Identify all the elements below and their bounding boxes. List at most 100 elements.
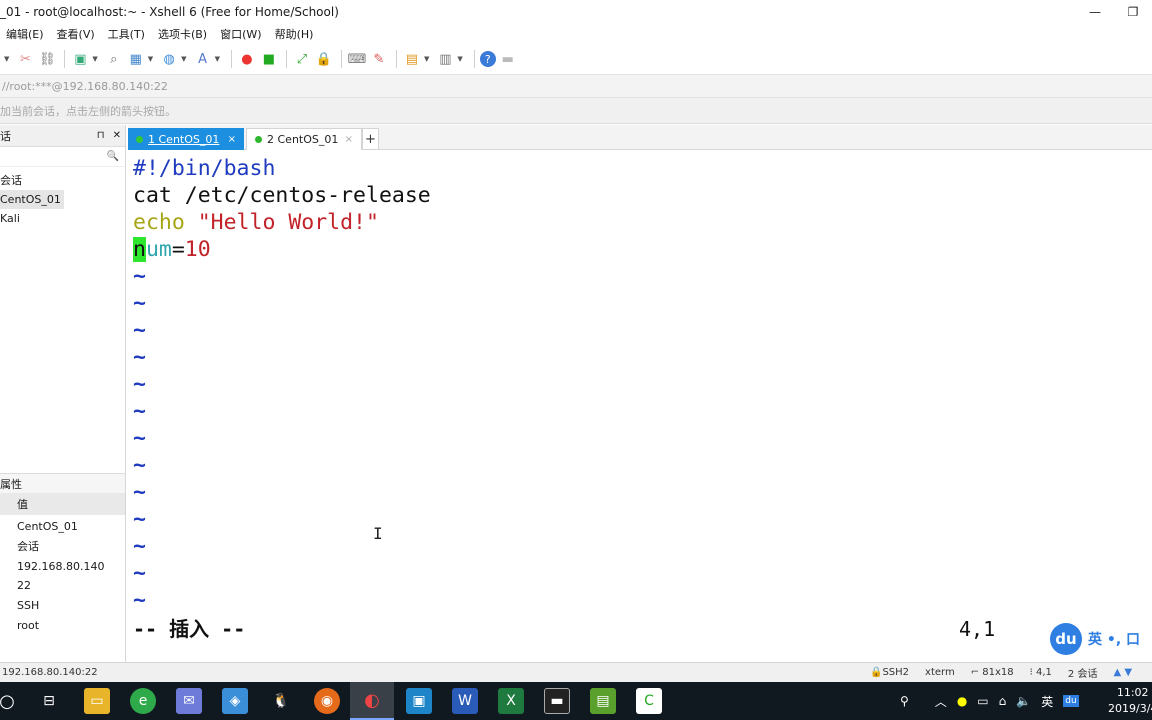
property-value: SSH — [17, 599, 40, 613]
show-hidden-icon[interactable]: ︿ — [935, 693, 947, 710]
disconnect-icon[interactable]: ✂ — [15, 49, 35, 69]
xmanager-icon[interactable]: ■ — [259, 49, 279, 69]
window-title: _01 - root@localhost:~ - Xshell 6 (Free … — [0, 4, 339, 19]
scroll-arrows-icon[interactable]: ▲ ▼ — [1113, 667, 1132, 678]
baidu-ime-widget[interactable]: du 英 •, 口 — [1050, 623, 1152, 655]
terminal-icon[interactable]: ▬ — [544, 688, 570, 714]
layout-icon[interactable]: ▦ — [126, 49, 146, 69]
new-session-icon[interactable]: ▣ — [70, 49, 90, 69]
title-bar: _01 - root@localhost:~ - Xshell 6 (Free … — [0, 0, 1152, 23]
vmware-icon[interactable]: ▣ — [406, 688, 432, 714]
excel-icon[interactable]: X — [498, 688, 524, 714]
chat-icon[interactable]: ▬ — [498, 49, 518, 69]
code-editor-icon[interactable]: C — [636, 688, 662, 714]
mouse-ibeam-icon: I — [373, 524, 383, 543]
toolbar-dropdown-icon[interactable]: ▼ — [92, 55, 97, 63]
xshell-taskbar-icon[interactable]: ◐ — [350, 682, 394, 720]
globe-icon[interactable]: ◍ — [159, 49, 179, 69]
baidu-tray-icon[interactable]: du — [1063, 695, 1079, 707]
tree-item-sessions[interactable]: 会话 — [0, 171, 125, 190]
terminal-area[interactable]: #!/bin/bash cat /etc/centos-release echo… — [128, 151, 1152, 661]
tab-close-icon[interactable]: × — [228, 134, 236, 145]
find-icon[interactable]: ⌕ — [104, 49, 124, 69]
toolbar-separator — [230, 50, 232, 68]
session-search-row[interactable]: 🔍 — [0, 147, 125, 167]
property-value: 会话 — [17, 539, 39, 553]
properties-value-column: 值 — [17, 498, 28, 511]
tab-centos01-1[interactable]: 1 CentOS_01 × — [128, 128, 244, 150]
address-bar[interactable]: //root:***@192.168.80.140:22 — [0, 74, 1152, 98]
connected-status-icon — [255, 136, 262, 143]
ime-language[interactable]: 英 — [1041, 693, 1053, 710]
toolbar-dropdown-icon[interactable]: ▼ — [424, 55, 429, 63]
lock-icon[interactable]: 🔒 — [314, 49, 334, 69]
network-icon[interactable]: ⌂ — [999, 694, 1007, 708]
toolbar-dropdown-icon[interactable]: ▼ — [457, 55, 462, 63]
search-circle-icon[interactable]: ○ — [0, 688, 20, 714]
status-host: 192.168.80.140:22 — [2, 667, 98, 678]
system-clock[interactable]: 11:02 2019/3/4 — [1108, 685, 1152, 717]
battery-icon[interactable]: ▭ — [977, 694, 988, 708]
toolbar: ▼ ✂ ⛓ ▣ ▼ ⌕ ▦ ▼ ◍ ▼ A ▼ ● ■ ⤢ 🔒 ⌨ ✎ ▤ ▼ ▥ ▼ ? … — [0, 44, 1152, 74]
menu-tab[interactable]: 选项卡(B) — [152, 26, 214, 42]
status-term: xterm — [925, 667, 955, 678]
string-literal: "Hello World!" — [184, 210, 379, 235]
app-icon[interactable]: ◈ — [222, 688, 248, 714]
add-tab-button[interactable]: + — [362, 128, 379, 150]
tray-app-icon[interactable]: ● — [957, 694, 967, 708]
cursor-position: 4,1 — [959, 617, 996, 641]
tree-item-centos01[interactable]: CentOS_01 — [0, 190, 64, 209]
compose-icon[interactable]: ✎ — [369, 49, 389, 69]
pin-icon[interactable]: ⊓ — [97, 130, 105, 141]
session-panel-header: 话 ⊓ ✕ — [0, 125, 125, 147]
keyboard-icon[interactable]: ⌨ — [347, 49, 367, 69]
volume-icon[interactable]: 🔈 — [1016, 694, 1031, 708]
tab-centos01-2[interactable]: 2 CentOS_01 × — [246, 128, 362, 150]
browser-icon[interactable]: e — [130, 688, 156, 714]
xftp-icon[interactable]: ● — [237, 49, 257, 69]
baidu-logo-icon: du — [1050, 623, 1082, 655]
clock-date: 2019/3/4 — [1108, 702, 1152, 715]
fullscreen-icon[interactable]: ⤢ — [292, 49, 312, 69]
menu-tools[interactable]: 工具(T) — [102, 26, 152, 42]
close-icon[interactable]: ✕ — [113, 130, 121, 141]
file-explorer-icon[interactable]: ▭ — [84, 688, 110, 714]
mail-icon[interactable]: ✉ — [176, 688, 202, 714]
toolbar-dropdown-icon[interactable]: ▼ — [181, 55, 186, 63]
status-right: 🔒SSH2 xterm ⌐ 81x18 ⁝ 4,1 2 会话 ▲ ▼ — [870, 665, 1132, 680]
status-protocol: 🔒SSH2 — [870, 667, 909, 678]
menu-help[interactable]: 帮助(H) — [269, 26, 321, 42]
help-icon[interactable]: ? — [479, 51, 496, 67]
status-size-text: 81x18 — [982, 667, 1014, 678]
terminal-line: num=10 — [133, 236, 211, 263]
word-icon[interactable]: W — [452, 688, 478, 714]
toolbar-dropdown-icon[interactable]: ▼ — [148, 55, 153, 63]
minimize-button[interactable]: — — [1076, 0, 1114, 23]
tile-icon[interactable]: ▥ — [435, 49, 455, 69]
tilde-marker: ~ — [133, 399, 146, 424]
window-controls: — ❐ — [1076, 0, 1152, 23]
maximize-button[interactable]: ❐ — [1114, 0, 1152, 23]
tilde-marker: ~ — [133, 318, 146, 343]
firefox-icon[interactable]: ◉ — [314, 688, 340, 714]
menu-window[interactable]: 窗口(W) — [214, 26, 268, 42]
menu-view[interactable]: 查看(V) — [51, 26, 102, 42]
tree-item-kali[interactable]: Kali — [0, 209, 125, 228]
tab-close-icon[interactable]: × — [345, 134, 353, 145]
ime-status: 英 •, 口 — [1088, 632, 1141, 648]
toolbar-dropdown-icon[interactable]: ▼ — [4, 55, 9, 63]
toolbar-dropdown-icon[interactable]: ▼ — [215, 55, 220, 63]
qq-icon[interactable]: 🐧 — [268, 688, 294, 714]
tilde-marker: ~ — [133, 264, 146, 289]
person-icon[interactable]: ⚲ — [900, 694, 909, 708]
notepad-icon[interactable]: ▤ — [590, 688, 616, 714]
search-icon[interactable]: 🔍 — [107, 151, 119, 162]
tilde-marker: ~ — [133, 345, 146, 370]
tilde-marker: ~ — [133, 453, 146, 478]
transfer-icon[interactable]: ▤ — [402, 49, 422, 69]
reconnect-icon[interactable]: ⛓ — [37, 49, 57, 69]
menu-edit[interactable]: 编辑(E) — [0, 26, 51, 42]
font-icon[interactable]: A — [193, 49, 213, 69]
task-view-icon[interactable]: ⊟ — [36, 688, 62, 714]
echo-keyword: echo — [133, 210, 185, 235]
